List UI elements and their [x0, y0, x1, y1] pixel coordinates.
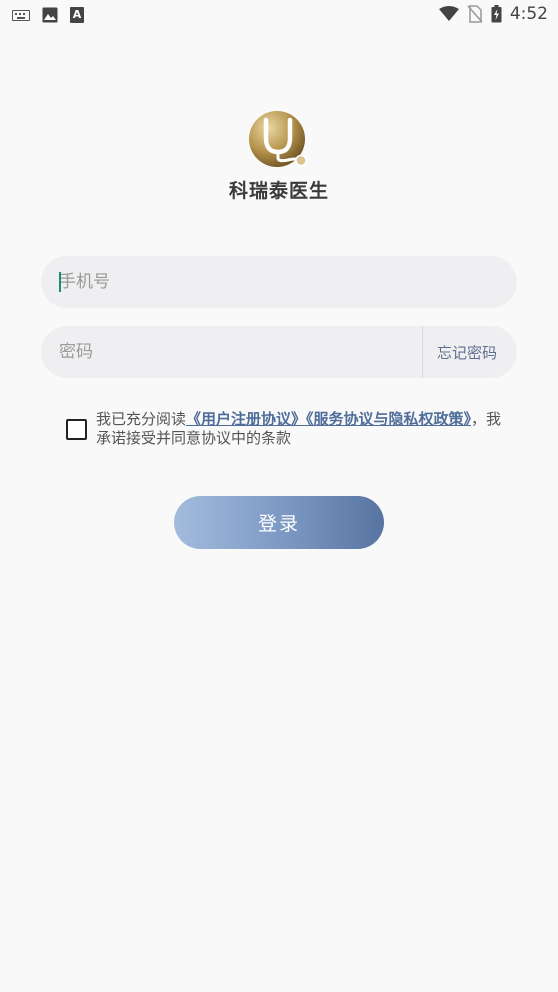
- a-icon: A: [70, 7, 84, 23]
- wifi-icon: [438, 6, 459, 21]
- phone-input[interactable]: [41, 256, 517, 308]
- status-time: 4:52: [509, 4, 548, 24]
- agreement-checkbox[interactable]: [66, 419, 87, 440]
- agreement-prefix: 我已充分阅读: [96, 410, 187, 428]
- login-button[interactable]: 登录: [174, 496, 384, 549]
- privacy-policy-link[interactable]: 《服务协议与隐私权政策》: [306, 410, 471, 428]
- image-icon: [42, 7, 58, 23]
- forgot-password-link[interactable]: 忘记密码: [423, 342, 517, 363]
- status-bar-right: 4:52: [438, 4, 548, 24]
- app-name: 科瑞泰医生: [228, 180, 329, 202]
- status-bar: A 4:52: [0, 0, 558, 30]
- agreement-row: 我已充分阅读《用户注册协议》《服务协议与隐私权政策》，我承诺接受并同意协议中的条…: [66, 410, 506, 448]
- status-bar-left: A: [12, 7, 84, 23]
- stethoscope-logo-icon: [249, 111, 307, 167]
- app-logo: 科瑞泰医生: [0, 110, 558, 203]
- user-agreement-link[interactable]: 《用户注册协议》: [186, 410, 306, 428]
- keyboard-icon: [12, 9, 30, 21]
- agreement-text: 我已充分阅读《用户注册协议》《服务协议与隐私权政策》，我承诺接受并同意协议中的条…: [96, 410, 506, 448]
- password-input[interactable]: [41, 326, 422, 378]
- battery-icon: [491, 5, 502, 23]
- phone-field[interactable]: [41, 256, 517, 308]
- text-caret: [59, 272, 61, 292]
- password-field[interactable]: 忘记密码: [41, 326, 517, 378]
- no-sim-icon: [467, 5, 483, 23]
